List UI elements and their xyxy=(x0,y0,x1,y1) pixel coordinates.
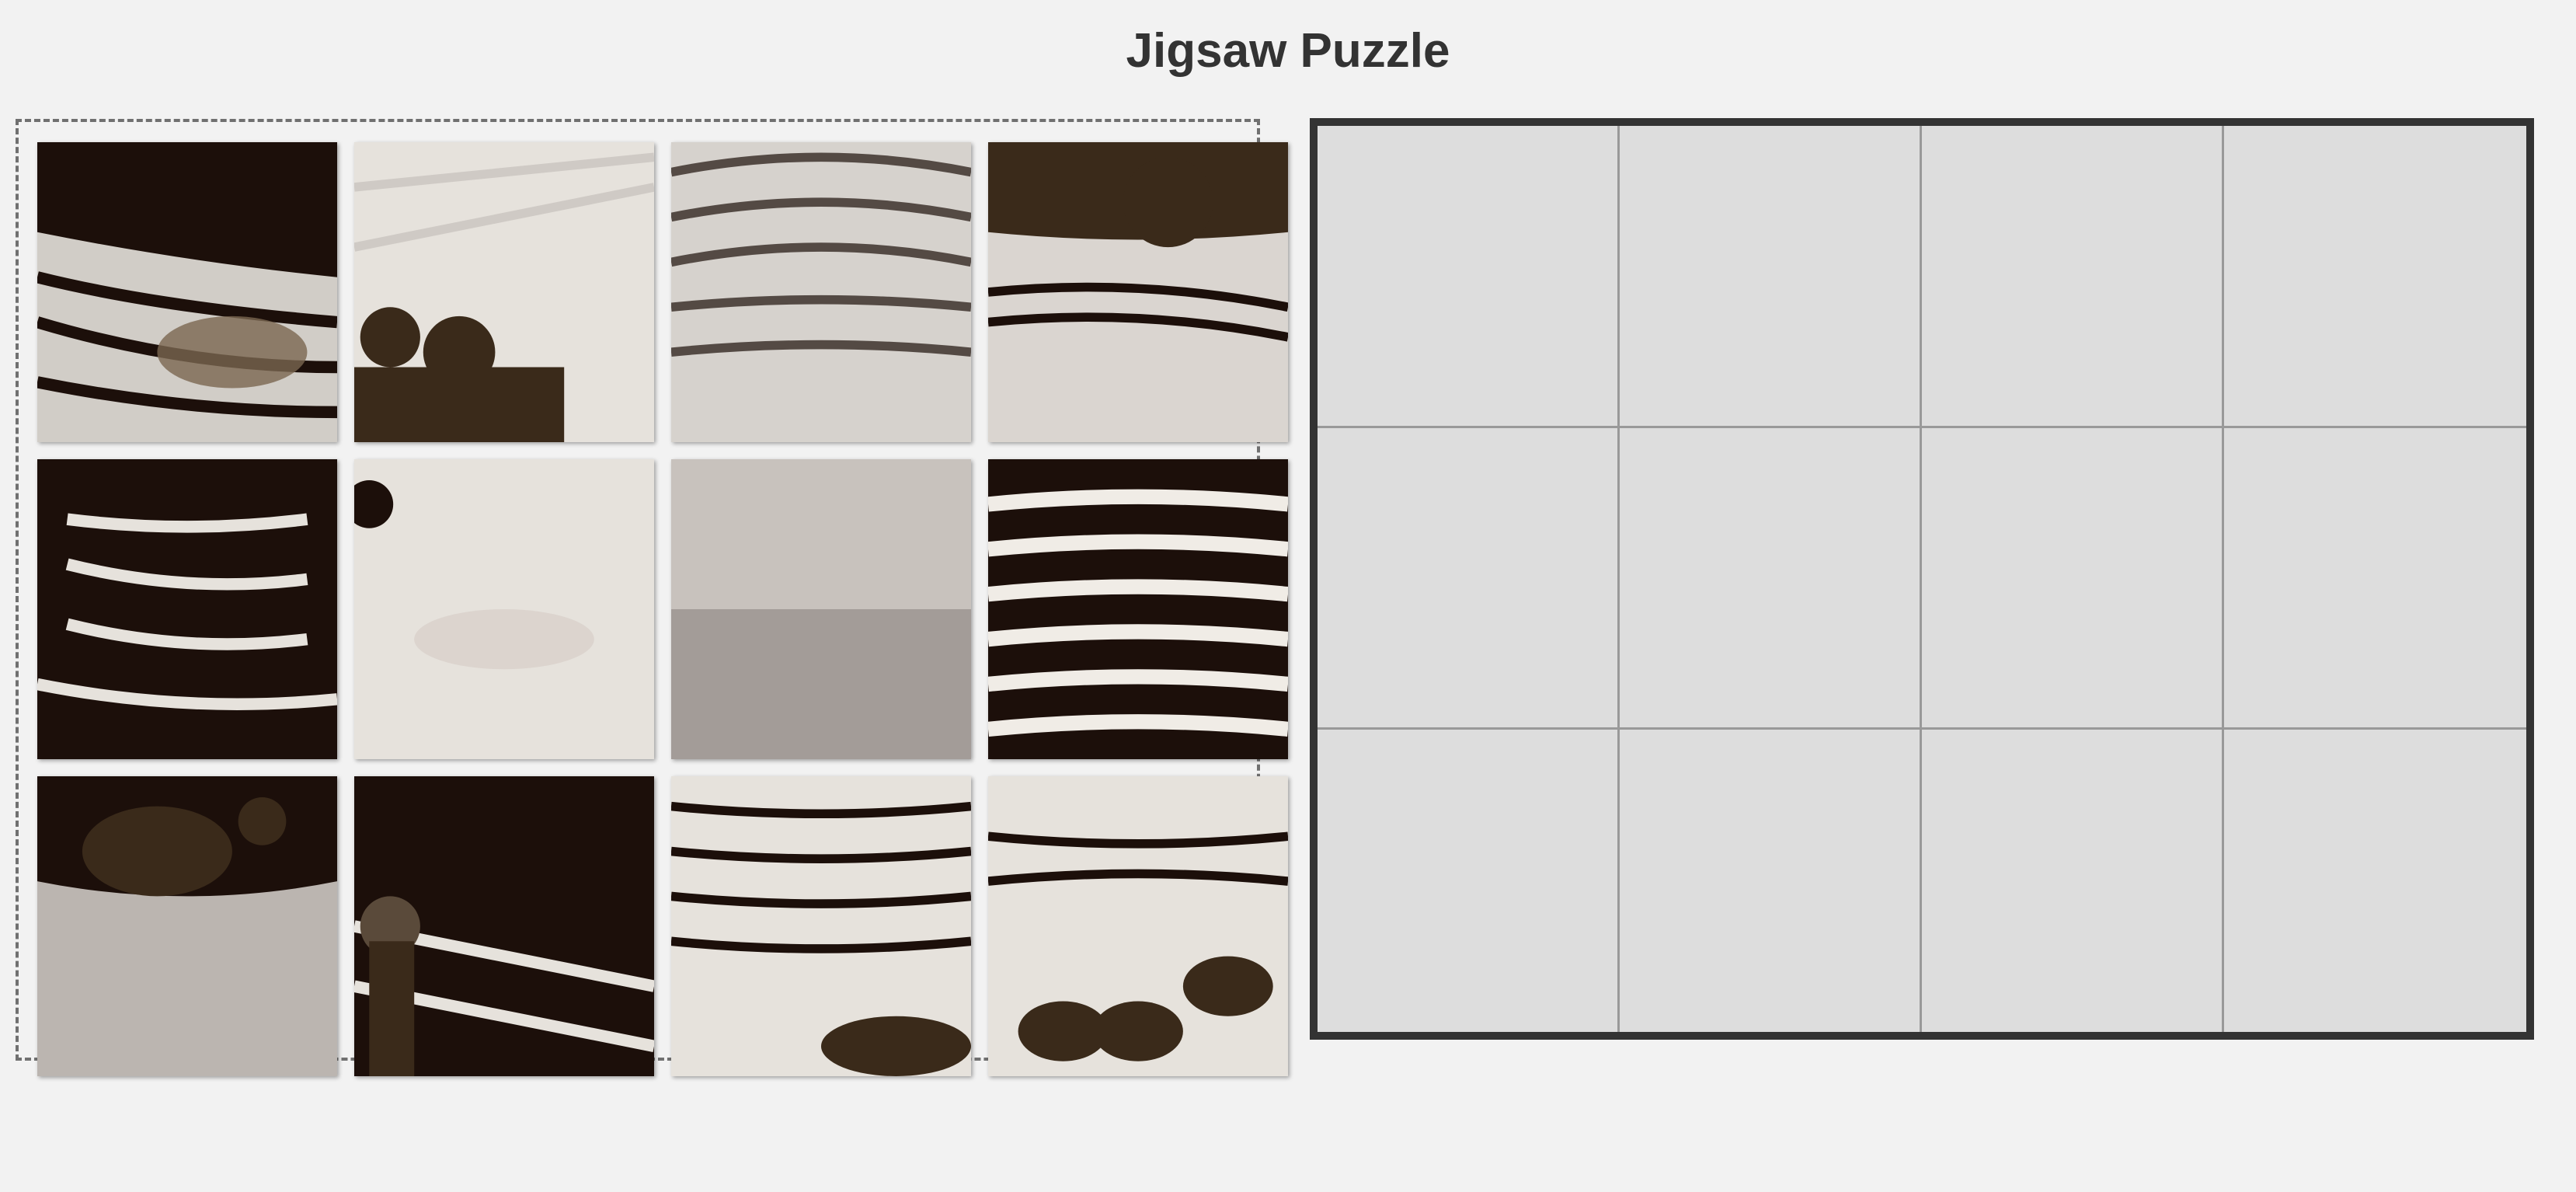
board-cell-9[interactable] xyxy=(1318,730,1620,1032)
puzzle-piece-12[interactable] xyxy=(988,776,1288,1076)
board-cell-6[interactable] xyxy=(1620,427,1922,730)
board-cell-4[interactable] xyxy=(2224,126,2526,428)
puzzle-piece-5[interactable] xyxy=(37,459,337,759)
puzzle-piece-2[interactable] xyxy=(354,142,654,442)
puzzle-piece-11[interactable] xyxy=(671,776,971,1076)
page-title: Jigsaw Puzzle xyxy=(1126,24,1450,78)
puzzle-piece-6[interactable] xyxy=(354,459,654,759)
board-cell-12[interactable] xyxy=(2224,730,2526,1032)
puzzle-piece-7[interactable] xyxy=(671,459,971,759)
piece-tray xyxy=(16,119,1288,1076)
board-cell-7[interactable] xyxy=(1922,427,2224,730)
puzzle-piece-8[interactable] xyxy=(988,459,1288,759)
puzzle-piece-9[interactable] xyxy=(37,776,337,1076)
board-cell-3[interactable] xyxy=(1922,126,2224,428)
puzzle-board xyxy=(1310,118,2534,1040)
board-cell-8[interactable] xyxy=(2224,427,2526,730)
puzzle-piece-3[interactable] xyxy=(671,142,971,442)
board-cell-5[interactable] xyxy=(1318,427,1620,730)
puzzle-piece-4[interactable] xyxy=(988,142,1288,442)
board-cell-1[interactable] xyxy=(1318,126,1620,428)
puzzle-piece-1[interactable] xyxy=(37,142,337,442)
board-cell-10[interactable] xyxy=(1620,730,1922,1032)
board-cell-2[interactable] xyxy=(1620,126,1922,428)
board-cell-11[interactable] xyxy=(1922,730,2224,1032)
puzzle-piece-10[interactable] xyxy=(354,776,654,1076)
